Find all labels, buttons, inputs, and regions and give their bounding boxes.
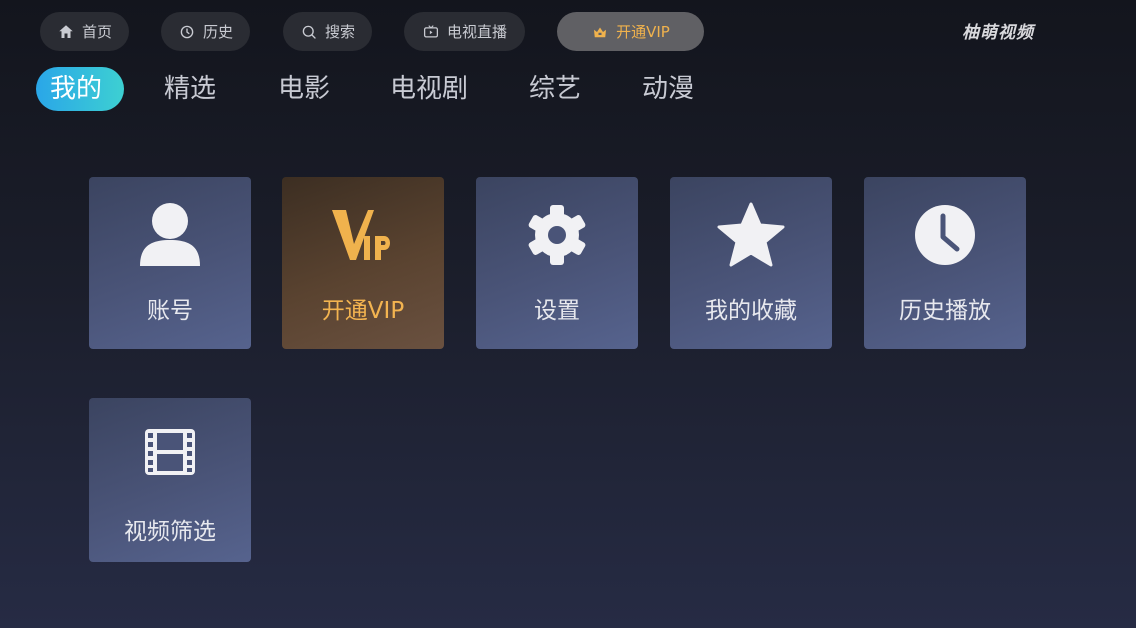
tv-icon xyxy=(423,24,438,38)
top-nav-live-tv-button[interactable]: 电视直播 xyxy=(404,12,525,51)
gear-icon xyxy=(528,205,586,265)
top-nav-history-label: 历史 xyxy=(202,23,233,41)
vip-logo-icon xyxy=(332,210,390,260)
brand-logo-text: 柚萌视频 xyxy=(962,23,1034,43)
tab-featured[interactable]: 精选 xyxy=(164,67,216,111)
top-nav-search-label: 搜索 xyxy=(324,23,355,41)
crown-icon xyxy=(594,27,607,37)
tile-history-label: 历史播放 xyxy=(899,298,991,324)
tile-history[interactable]: 历史播放 xyxy=(864,177,1026,349)
tab-mine[interactable]: 我的 xyxy=(36,67,124,111)
top-nav-home-label: 首页 xyxy=(81,23,112,41)
tile-open-vip[interactable]: 开通VIP xyxy=(282,177,444,349)
top-nav-vip-button[interactable]: 开通VIP xyxy=(557,12,704,51)
user-icon xyxy=(140,203,200,266)
top-nav-search-button[interactable]: 搜索 xyxy=(283,12,372,51)
top-nav-live-tv-label: 电视直播 xyxy=(446,23,507,41)
tile-settings[interactable]: 设置 xyxy=(476,177,638,349)
tile-video-filter-label: 视频筛选 xyxy=(124,519,216,545)
home-icon xyxy=(59,24,73,38)
tile-favorites[interactable]: 我的收藏 xyxy=(670,177,832,349)
tile-favorites-label: 我的收藏 xyxy=(705,298,797,324)
tile-account[interactable]: 账号 xyxy=(89,177,251,349)
top-nav-vip-label: 开通VIP xyxy=(616,23,670,41)
tile-settings-label: 设置 xyxy=(534,298,580,324)
tab-tv-series[interactable]: 电视剧 xyxy=(390,67,468,111)
top-nav-home-button[interactable]: 首页 xyxy=(40,12,129,51)
clock-icon xyxy=(180,25,194,38)
top-nav-history-button[interactable]: 历史 xyxy=(161,12,250,51)
star-icon xyxy=(717,202,785,267)
tile-video-filter[interactable]: 视频筛选 xyxy=(89,398,251,562)
tab-movies[interactable]: 电影 xyxy=(278,67,330,111)
clock-icon xyxy=(915,205,975,265)
search-icon xyxy=(302,25,316,39)
tab-anime[interactable]: 动漫 xyxy=(642,67,694,111)
film-icon xyxy=(145,429,195,475)
tile-account-label: 账号 xyxy=(147,298,193,324)
tile-open-vip-label: 开通VIP xyxy=(321,298,405,324)
tab-variety[interactable]: 综艺 xyxy=(529,67,581,111)
